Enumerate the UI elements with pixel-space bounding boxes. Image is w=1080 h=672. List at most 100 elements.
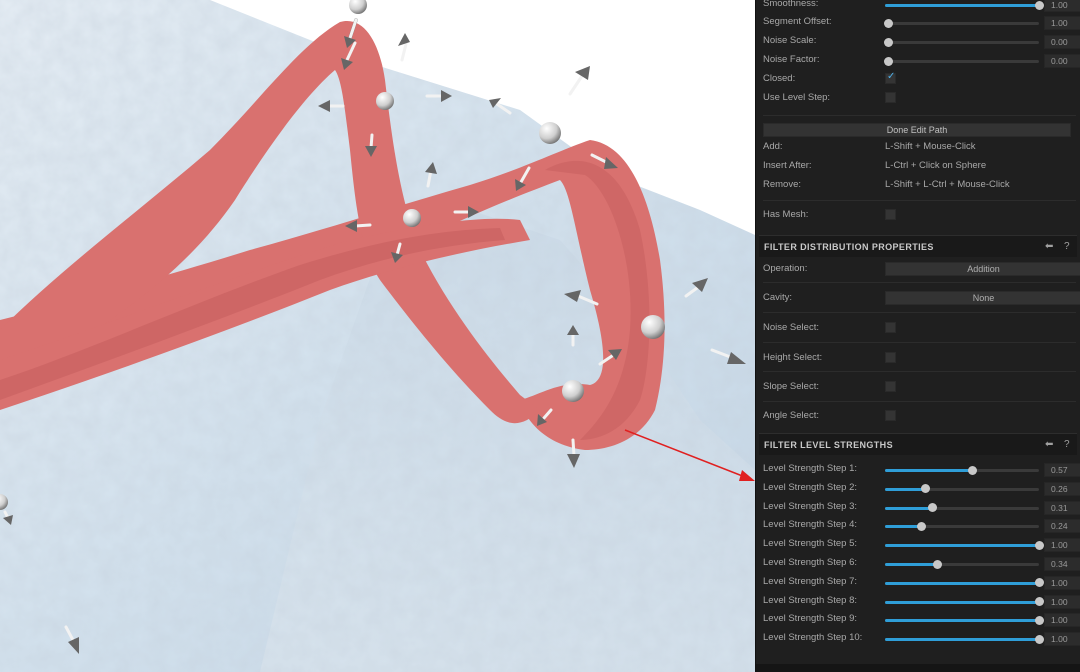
filter-distribution-header[interactable]: FILTER DISTRIBUTION PROPERTIES ⬅ ?: [759, 235, 1077, 257]
noise-select-checkbox[interactable]: [885, 322, 896, 333]
level-strength-value-field[interactable]: 1.00: [1044, 613, 1080, 628]
noise-select-label: Noise Select:: [763, 322, 819, 333]
use-level-step-checkbox[interactable]: [885, 92, 896, 103]
panel-footer: [756, 664, 1080, 672]
slider-knob[interactable]: [928, 503, 938, 513]
slider-knob[interactable]: [968, 465, 978, 475]
section-title: FILTER LEVEL STRENGTHS: [764, 440, 893, 450]
level-strength-slider[interactable]: [885, 597, 1044, 607]
level-strength-slider[interactable]: [885, 559, 1039, 569]
back-arrow-icon[interactable]: ⬅: [1045, 241, 1053, 252]
control-sphere[interactable]: [349, 0, 367, 14]
level-strength-row: Level Strength Step 1: 0.57: [763, 461, 1080, 480]
tangent-arrow[interactable]: [568, 66, 590, 96]
control-sphere[interactable]: [641, 315, 665, 339]
scene-viewport[interactable]: [0, 0, 755, 672]
noise-select-row: Noise Select:: [763, 320, 1076, 339]
slider-knob[interactable]: [1034, 634, 1044, 644]
divider: [763, 342, 1076, 343]
control-sphere[interactable]: [376, 92, 394, 110]
level-strength-value-field[interactable]: 0.31: [1044, 500, 1080, 515]
level-strength-value-field[interactable]: 1.00: [1044, 575, 1080, 590]
smoothness-value-field[interactable]: 1.00: [1044, 0, 1080, 12]
divider: [763, 312, 1076, 313]
noise-scale-slider-knob[interactable]: [883, 37, 893, 47]
terrain-scene[interactable]: [0, 0, 755, 672]
angle-select-checkbox[interactable]: [885, 410, 896, 421]
has-mesh-checkbox[interactable]: [885, 209, 896, 220]
smoothness-slider-knob[interactable]: [1034, 0, 1044, 10]
help-icon[interactable]: ?: [1064, 439, 1070, 450]
tangent-arrow[interactable]: [398, 33, 410, 62]
operation-dropdown[interactable]: Addition: [885, 262, 1080, 276]
level-strength-slider[interactable]: [885, 540, 1044, 550]
back-arrow-icon[interactable]: ⬅: [1045, 439, 1053, 450]
noise-factor-slider-knob[interactable]: [883, 56, 893, 66]
level-strength-value-field[interactable]: 0.57: [1044, 463, 1080, 477]
has-mesh-label: Has Mesh:: [763, 209, 809, 220]
level-strength-row: Level Strength Step 6: 0.34: [763, 555, 1080, 574]
slider-knob[interactable]: [920, 484, 930, 494]
level-strength-slider[interactable]: [885, 634, 1044, 644]
level-strength-slider[interactable]: [885, 503, 1039, 513]
slider-fill: [885, 487, 926, 491]
inspector-panel: Smoothness: 1.00 Segment Offset: 1.00 No…: [755, 0, 1080, 672]
level-strength-row: Level Strength Step 7: 1.00: [763, 574, 1080, 593]
hint-label: Add:: [763, 141, 783, 152]
noise-factor-value-field[interactable]: 0.00: [1044, 54, 1080, 68]
cavity-dropdown[interactable]: None: [885, 291, 1080, 305]
angle-select-row: Angle Select:: [763, 408, 1076, 427]
slope-select-checkbox[interactable]: [885, 381, 896, 392]
slider-knob[interactable]: [1034, 578, 1044, 588]
level-strength-slider[interactable]: [885, 465, 1039, 475]
closed-checkbox[interactable]: [885, 71, 896, 84]
slider-knob[interactable]: [917, 521, 927, 531]
level-strength-value-field[interactable]: 1.00: [1044, 538, 1080, 553]
control-sphere[interactable]: [403, 209, 421, 227]
slope-select-row: Slope Select:: [763, 379, 1076, 398]
done-edit-path-button[interactable]: Done Edit Path: [763, 123, 1071, 137]
height-select-label: Height Select:: [763, 352, 823, 363]
level-strength-label: Level Strength Step 7:: [763, 575, 858, 587]
level-strength-slider[interactable]: [885, 484, 1039, 494]
level-strength-value-field[interactable]: 1.00: [1044, 632, 1080, 647]
level-strength-row: Level Strength Step 4: 0.24: [763, 517, 1080, 536]
angle-select-label: Angle Select:: [763, 410, 819, 421]
level-strength-label: Level Strength Step 10:: [763, 632, 863, 644]
slider-knob[interactable]: [1034, 615, 1044, 625]
hint-row-insert-after: Insert After: L-Ctrl + Click on Sphere: [763, 158, 1076, 177]
help-icon[interactable]: ?: [1064, 241, 1070, 252]
operation-row: Operation: Addition: [763, 261, 1080, 280]
level-strength-value-field[interactable]: 0.26: [1044, 481, 1080, 496]
segment-offset-slider-knob[interactable]: [883, 18, 893, 28]
segment-offset-value-field[interactable]: 1.00: [1044, 16, 1080, 30]
noise-factor-slider[interactable]: [883, 56, 1039, 66]
control-sphere[interactable]: [539, 122, 561, 144]
hint-value: L-Shift + L-Ctrl + Mouse-Click: [885, 179, 1010, 190]
slider-knob[interactable]: [1034, 540, 1044, 550]
smoothness-label: Smoothness:: [763, 0, 819, 9]
slider-fill: [885, 544, 1039, 548]
level-strength-value-field[interactable]: 1.00: [1044, 594, 1080, 609]
slider-fill: [885, 581, 1039, 585]
filter-level-strengths-header[interactable]: FILTER LEVEL STRENGTHS ⬅ ?: [759, 433, 1077, 455]
height-select-checkbox[interactable]: [885, 352, 896, 363]
level-strength-value-field[interactable]: 0.34: [1044, 557, 1080, 571]
level-strength-slider[interactable]: [885, 578, 1044, 588]
divider: [763, 282, 1076, 283]
level-strength-slider[interactable]: [885, 615, 1044, 625]
slider-knob[interactable]: [1034, 597, 1044, 607]
hint-row-remove: Remove: L-Shift + L-Ctrl + Mouse-Click: [763, 177, 1076, 196]
slider-knob[interactable]: [932, 559, 942, 569]
segment-offset-slider[interactable]: [883, 18, 1039, 28]
noise-scale-slider[interactable]: [883, 37, 1039, 47]
level-strength-slider[interactable]: [885, 521, 1039, 531]
noise-scale-row: Noise Scale: 0.00: [763, 33, 1080, 52]
level-strength-value-field[interactable]: 0.24: [1044, 519, 1080, 534]
level-strength-label: Level Strength Step 9:: [763, 613, 858, 625]
control-sphere[interactable]: [562, 380, 584, 402]
level-strength-row: Level Strength Step 5: 1.00: [763, 536, 1080, 555]
level-strength-row: Level Strength Step 8: 1.00: [763, 593, 1080, 612]
smoothness-slider[interactable]: [885, 0, 1044, 10]
noise-scale-value-field[interactable]: 0.00: [1044, 35, 1080, 49]
